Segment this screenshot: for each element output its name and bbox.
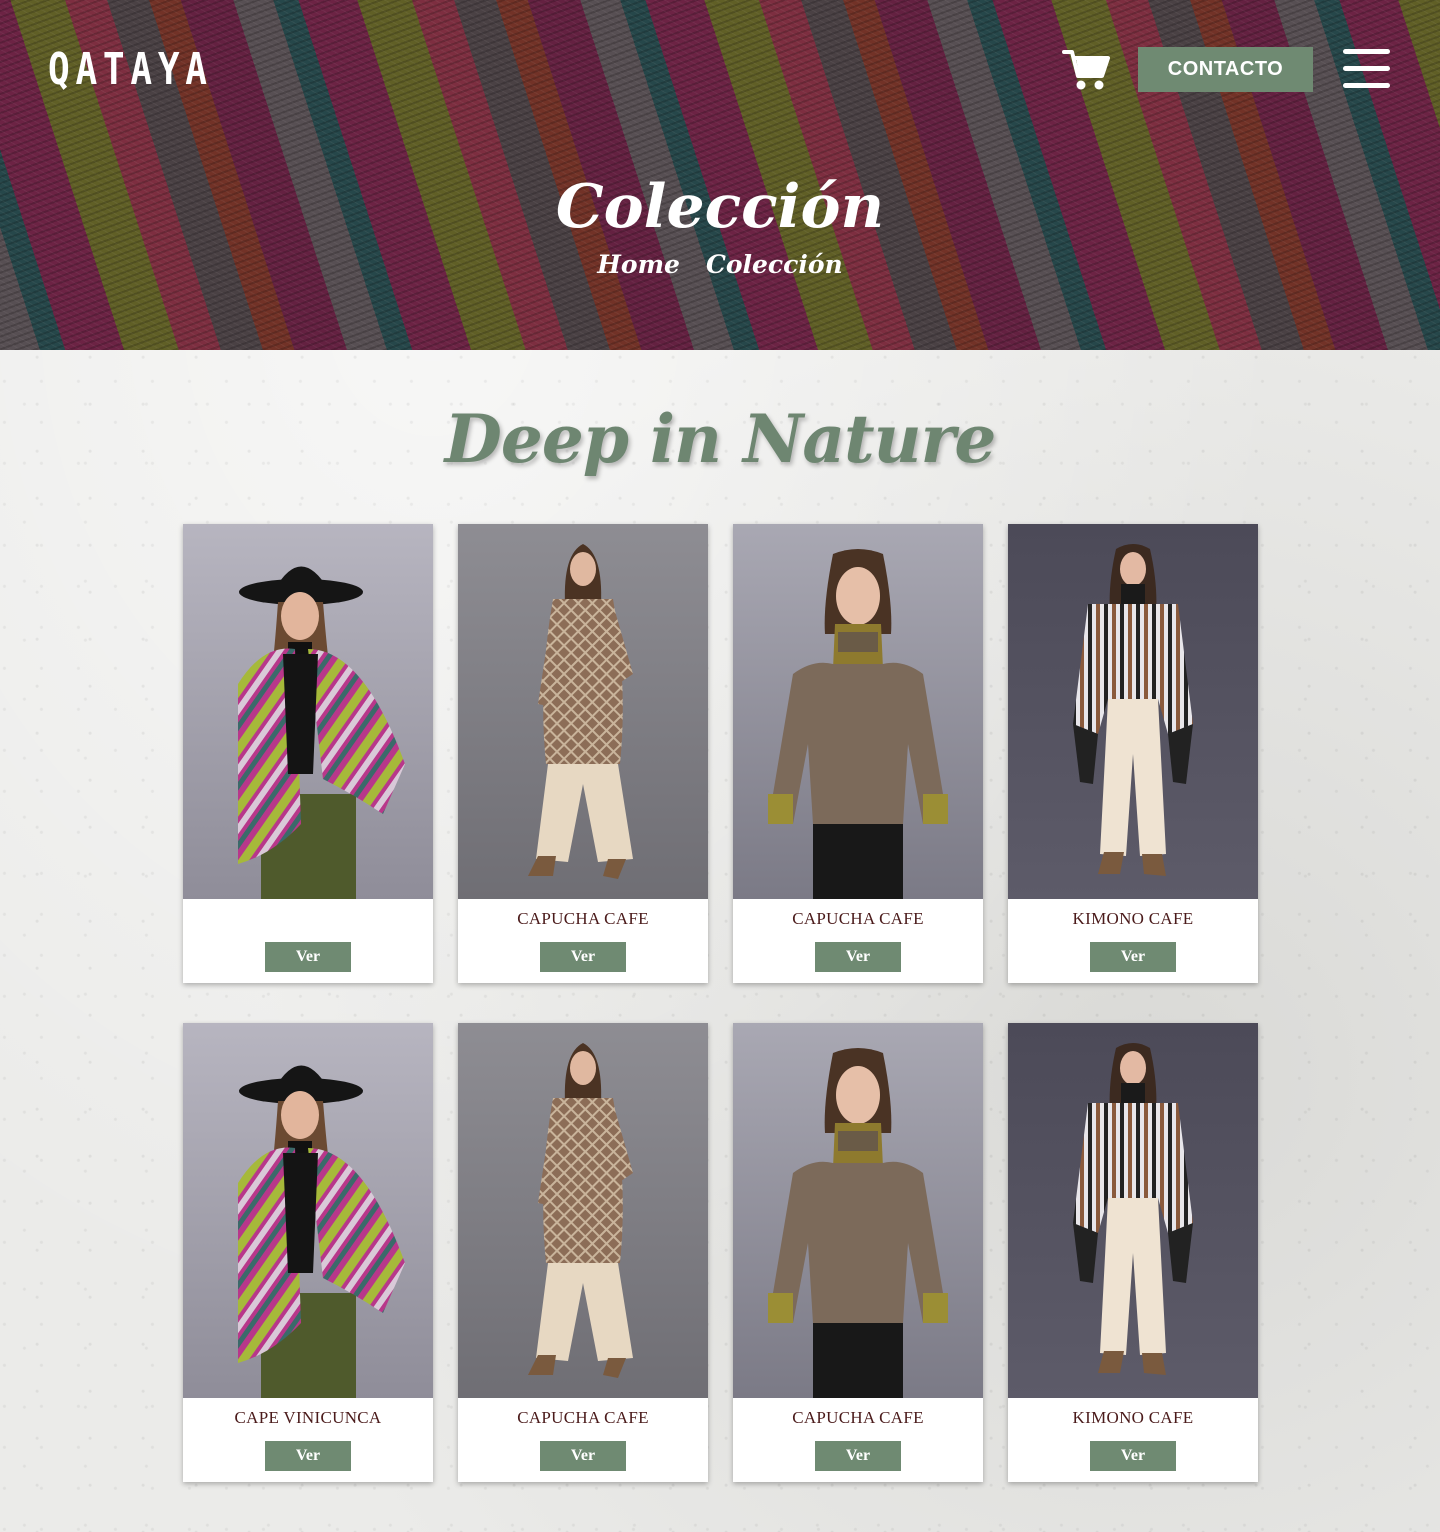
product-image[interactable] <box>1008 1023 1258 1398</box>
product-card[interactable]: CAPUCHA CAFE Ver <box>458 524 708 983</box>
product-card[interactable]: CAPUCHA CAFE Ver <box>733 524 983 983</box>
view-button[interactable]: Ver <box>540 1441 626 1471</box>
section-title: Deep in Nature <box>444 400 997 478</box>
view-button[interactable]: Ver <box>265 942 351 972</box>
product-card[interactable]: Ver <box>183 524 433 983</box>
view-button[interactable]: Ver <box>265 1441 351 1471</box>
product-image[interactable] <box>458 1023 708 1398</box>
product-name: CAPE VINICUNCA <box>234 1408 382 1427</box>
view-button[interactable]: Ver <box>540 942 626 972</box>
view-button[interactable]: Ver <box>1090 942 1176 972</box>
contact-button[interactable]: CONTACTO <box>1138 47 1313 92</box>
breadcrumb-current[interactable]: Colección <box>706 250 843 279</box>
product-name: CAPUCHA CAFE <box>792 909 924 928</box>
product-image[interactable] <box>183 1023 433 1398</box>
hamburger-menu-icon[interactable] <box>1343 48 1391 90</box>
view-button[interactable]: Ver <box>815 1441 901 1471</box>
product-image[interactable] <box>733 524 983 899</box>
product-name <box>183 909 433 931</box>
product-card[interactable]: CAPUCHA CAFE Ver <box>458 1023 708 1482</box>
product-image[interactable] <box>183 524 433 899</box>
product-grid: Ver CAPUCHA CAFE Ver CAPUCHA CAFE Ver KI… <box>183 524 1258 1482</box>
breadcrumb-home[interactable]: Home <box>597 250 680 279</box>
hero-banner: QATAYA CONTACTO Colección Home Colección <box>0 0 1440 350</box>
product-name: CAPUCHA CAFE <box>517 909 649 928</box>
logo[interactable]: QATAYA <box>48 44 213 95</box>
product-name: KIMONO CAFE <box>1072 1408 1194 1427</box>
product-card[interactable]: KIMONO CAFE Ver <box>1008 1023 1258 1482</box>
view-button[interactable]: Ver <box>1090 1441 1176 1471</box>
product-card[interactable]: CAPUCHA CAFE Ver <box>733 1023 983 1482</box>
product-image[interactable] <box>733 1023 983 1398</box>
product-name: CAPUCHA CAFE <box>517 1408 649 1427</box>
product-name: CAPUCHA CAFE <box>792 1408 924 1427</box>
product-name: KIMONO CAFE <box>1072 909 1194 928</box>
page-title: Colección <box>555 172 885 242</box>
view-button[interactable]: Ver <box>815 942 901 972</box>
breadcrumb: Home Colección <box>0 250 1440 279</box>
product-image[interactable] <box>458 524 708 899</box>
product-image[interactable] <box>1008 524 1258 899</box>
product-card[interactable]: CAPE VINICUNCA Ver <box>183 1023 433 1482</box>
product-card[interactable]: KIMONO CAFE Ver <box>1008 524 1258 983</box>
cart-icon[interactable] <box>1062 48 1110 92</box>
